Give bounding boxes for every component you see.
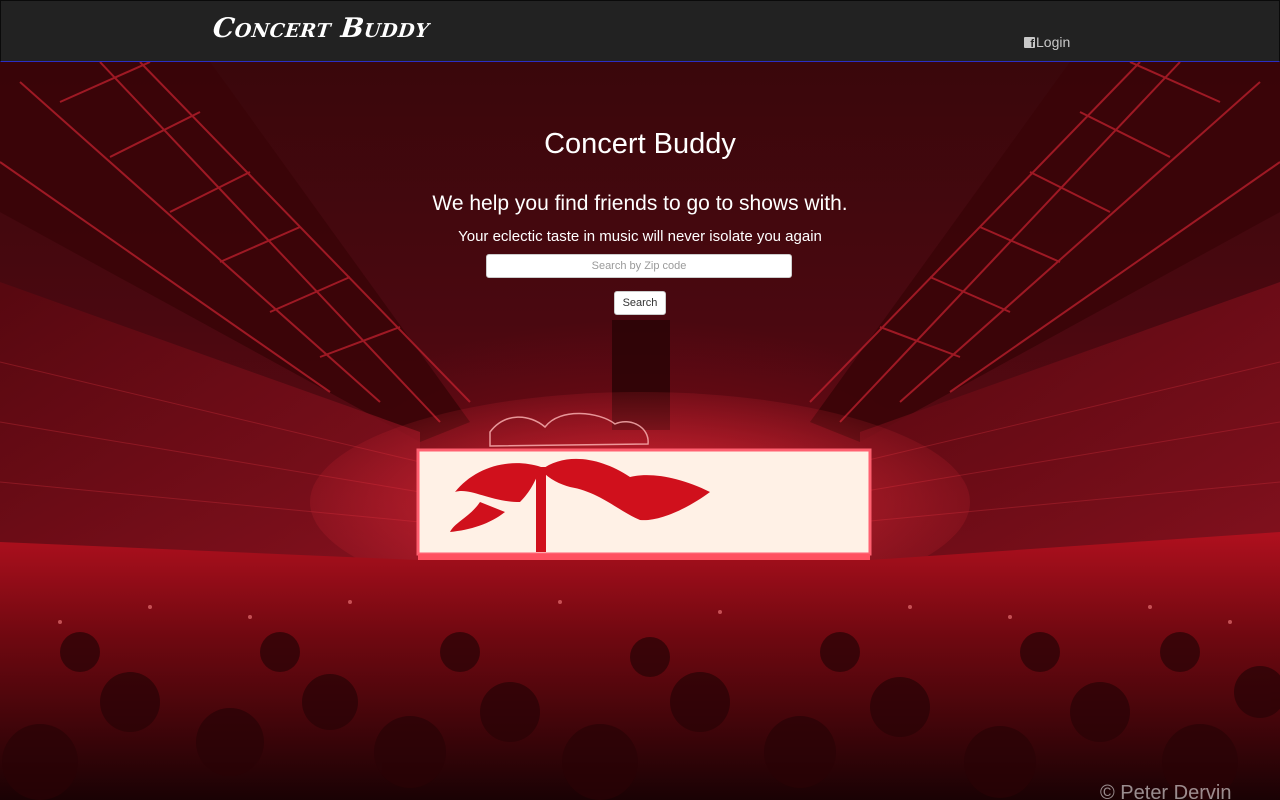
facebook-icon: f [1024,36,1035,48]
photo-credit: © Peter Dervin [1100,782,1232,800]
sub-tagline: Your eclectic taste in music will never … [458,228,822,245]
brand-logo[interactable]: Concert Buddy [211,13,431,44]
page-title: Concert Buddy [544,128,736,160]
top-navbar: Concert Buddy f Login [0,0,1280,62]
login-link[interactable]: f Login [1024,34,1070,50]
login-label: Login [1036,34,1071,50]
tagline: We help you find friends to go to shows … [432,192,848,215]
zip-search-input[interactable] [486,254,792,278]
search-button[interactable]: Search [614,291,666,315]
hero-background-image [0,62,1280,800]
